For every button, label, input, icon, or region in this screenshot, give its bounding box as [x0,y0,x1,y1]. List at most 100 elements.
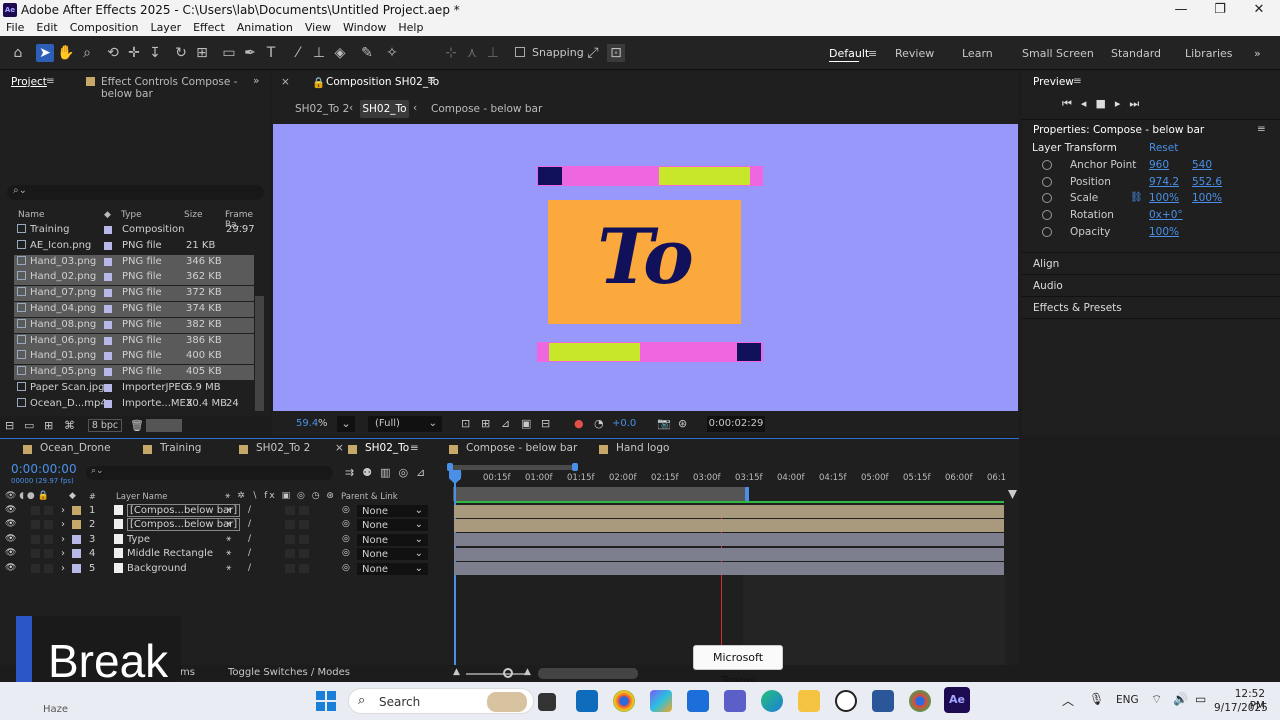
pick-whip-icon[interactable]: ◎ [342,563,350,573]
layer-duration-bar[interactable] [454,533,1004,547]
tab-compose-below-bar[interactable]: Compose - below bar [466,442,577,454]
menu-composition[interactable]: Composition [64,20,145,36]
quality-switch-icon[interactable]: ∕ [248,505,251,515]
current-time-display[interactable]: 0:00:02:29 [707,416,765,432]
shy-icon[interactable]: ⚉ [362,466,380,479]
list-item[interactable]: Hand_04.png PNG file 374 KB [14,302,254,317]
quality-switch-icon[interactable]: ∕ [248,534,251,544]
solo-toggle[interactable] [31,563,40,573]
solo-toggle[interactable] [31,534,40,544]
zoom-value[interactable]: 59.4 [296,418,318,429]
hand-tool-icon[interactable]: ✋ [57,44,75,62]
eye-icon[interactable]: 👁 [5,519,16,529]
shy-switch-icon[interactable]: ⚹ [226,519,231,529]
clock-date[interactable]: 9/17/2025 [1214,702,1268,714]
frame-blending-icon[interactable]: ▥ [380,466,398,479]
layer-row[interactable]: 👁 › 2 [Compos...below bar] ⚹ ∕ ◎ None ⌄ [0,518,448,532]
file-explorer-icon[interactable] [798,690,820,712]
pen-tool-icon[interactable]: ✒ [241,44,259,62]
graph-editor-icon[interactable]: ⊿ [416,466,433,479]
new-folder-icon[interactable]: ▭ [24,419,34,432]
parent-value[interactable]: None [362,506,388,517]
show-snapshot-icon[interactable]: ⊛ [678,417,687,430]
store-icon[interactable] [687,690,709,712]
snap-grid-icon[interactable]: ⊡ [607,44,625,62]
list-item[interactable]: Paper Scan.jpg ImporterJPEG 6.9 MB [14,381,254,396]
layer-duration-bar[interactable] [454,547,1004,561]
workspace-libraries[interactable]: Libraries [1185,47,1233,60]
exposure-value[interactable]: +0.0 [612,418,636,429]
layer-duration-bar[interactable] [454,562,1004,576]
timeline-horizontal-scrollbar[interactable] [538,668,638,679]
eraser-tool-icon[interactable]: ◈ [331,44,349,62]
interpret-footage-icon[interactable]: ⊟ [5,419,14,432]
draft-3d-icon[interactable]: ⇉ [345,466,362,479]
language-indicator[interactable]: ENG [1116,694,1139,706]
world-axis-icon[interactable]: ⊥ [484,44,502,62]
tab-project[interactable]: Project [11,76,47,88]
panel-overflow-icon[interactable]: » [253,75,259,87]
maximize-icon[interactable]: ❐ [1205,2,1235,17]
rotation-stopwatch-icon[interactable] [1042,210,1052,220]
tab-sh02-to[interactable]: SH02_To [365,442,409,454]
work-area-start-handle[interactable] [447,463,453,471]
zoom-out-icon[interactable]: ▲ [453,667,460,677]
position-y[interactable]: 552.6 [1192,176,1222,188]
pick-whip-icon[interactable]: ◎ [342,505,350,515]
chevron-up-icon[interactable]: ︿ [1062,692,1074,709]
comp-menu-icon[interactable]: ≡ [427,75,436,87]
list-item[interactable]: Hand_03.png PNG file 346 KB [14,254,254,270]
new-composition-icon[interactable]: ⊞ [44,419,53,432]
label-color-icon[interactable] [72,549,81,559]
expand-chevron-icon[interactable]: › [61,563,65,574]
last-frame-icon[interactable]: ⏭ [1129,97,1148,110]
type-tool-icon[interactable]: T [262,44,280,62]
menu-help[interactable]: Help [392,20,429,36]
list-item[interactable]: Ocean_D...mp4 Importe...MEX 30.4 MB 24 [14,397,254,412]
dolly-tool-icon[interactable]: ↧ [146,44,164,62]
col-layer-name[interactable]: Layer Name [116,492,167,502]
tab-sh02-to-2[interactable]: SH02_To 2 [256,442,310,454]
minimize-icon[interactable]: — [1166,2,1196,17]
render-icon[interactable]: ⌘ [64,419,75,432]
reset-exposure-icon[interactable]: ◔ [594,417,604,430]
home-icon[interactable]: ⌂ [9,44,27,62]
menu-window[interactable]: Window [337,20,392,36]
layer-row[interactable]: 👁 › 3 Type ⚹ ∕ ◎ None ⌄ [0,533,448,547]
snap-edge-icon[interactable]: ⤢ [584,44,602,62]
rotation-value[interactable]: 0x+0° [1149,209,1183,221]
copilot-icon[interactable] [650,690,672,712]
snapshot-icon[interactable]: 📷 [657,417,671,430]
eye-icon[interactable]: 👁 [5,548,16,558]
col-parent-link[interactable]: Parent & Link [341,492,398,502]
workspace-standard[interactable]: Standard [1111,47,1161,60]
timeline-current-time[interactable]: 0:00:00:00 [11,462,77,476]
reset-button[interactable]: Reset [1149,142,1178,154]
eye-icon[interactable]: 👁 [5,563,16,573]
tab-ocean-drone[interactable]: Ocean_Drone [40,442,111,454]
timeline-search-input[interactable]: ⌕⌄ [86,466,333,480]
pick-whip-icon[interactable]: ◎ [342,548,350,558]
expand-chevron-icon[interactable]: › [61,505,65,516]
col-size[interactable]: Size [184,210,202,220]
col-name[interactable]: Name [18,210,45,220]
workspace-overflow-icon[interactable]: » [1254,47,1261,60]
adjustment-switch[interactable] [285,534,295,544]
adjustment-switch[interactable] [285,563,295,573]
shy-switch-icon[interactable]: ⚹ [226,563,231,573]
shy-switch-icon[interactable]: ⚹ [226,534,231,544]
rectangle-tool-icon[interactable]: ▭ [220,44,238,62]
list-item[interactable]: Hand_05.png PNG file 405 KB [14,365,254,381]
wifi-icon[interactable]: ⌔ [1151,692,1162,707]
close-comp-tab-icon[interactable]: × [281,76,290,88]
menu-view[interactable]: View [299,20,337,36]
layer-row[interactable]: 👁 › 4 Middle Rectangle ⚹ ∕ ◎ None ⌄ [0,547,448,561]
tab-effect-controls[interactable]: Effect Controls Compose - below bar [101,76,270,100]
breadcrumb-sh02-to-2[interactable]: SH02_To 2 [295,103,349,115]
scale-x[interactable]: 100% [1149,192,1179,204]
layer-duration-bar[interactable] [454,518,1004,532]
lock-toggle[interactable] [44,534,53,544]
lock-toggle[interactable] [44,506,53,515]
3d-switch[interactable] [299,563,309,573]
pick-whip-icon[interactable]: ◎ [342,519,350,529]
